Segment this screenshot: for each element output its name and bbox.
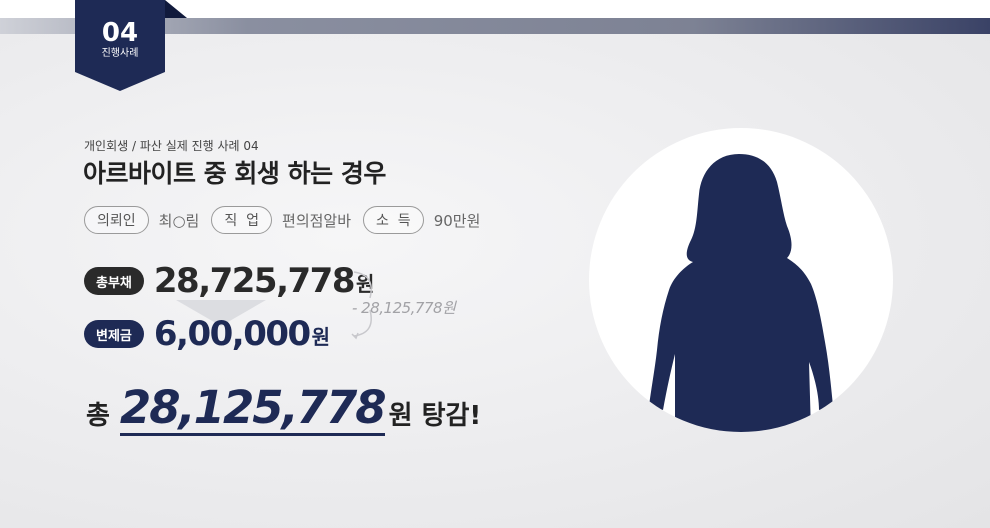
client-value: 최○림 — [158, 211, 200, 230]
badge-tip — [75, 72, 165, 91]
income-value: 90만원 — [433, 211, 481, 230]
badge-fold — [165, 0, 187, 18]
debt-label: 총부채 — [84, 267, 144, 295]
job-label: 직 업 — [211, 206, 273, 234]
info-row: 의뢰인 최○림 직 업 편의점알바 소 득 90만원 — [84, 205, 492, 235]
difference-note: - 28,125,778원 — [352, 299, 456, 317]
case-title: 아르바이트 중 회생 하는 경우 — [83, 159, 386, 188]
income-label: 소 득 — [363, 206, 424, 234]
repay-unit: 원 — [311, 325, 331, 349]
total-suffix: 원 탕감! — [388, 401, 482, 431]
repay-row: 변제금 6,00,000 원 — [84, 314, 330, 354]
badge-number: 04 — [101, 17, 139, 48]
total-reduction: 총 28,125,778 원 탕감! — [86, 385, 481, 436]
case-card: 04 진행사례 개인회생 / 파산 실제 진행 사례 04 아르바이트 중 회생… — [0, 0, 990, 528]
total-prefix: 총 — [86, 401, 110, 431]
person-silhouette-icon — [649, 154, 833, 432]
job-value: 편의점알바 — [282, 211, 352, 230]
case-subtitle: 개인회생 / 파산 실제 진행 사례 04 — [84, 139, 259, 153]
debt-row: 총부채 28,725,778 원 — [84, 261, 374, 301]
badge-label: 진행사례 — [101, 47, 139, 59]
debt-value: 28,725,778 — [153, 261, 356, 301]
repay-label: 변제금 — [84, 320, 144, 348]
repay-value: 6,00,000 — [153, 314, 311, 354]
avatar — [589, 128, 893, 432]
total-value: 28,125,778 — [119, 381, 387, 436]
client-label: 의뢰인 — [84, 206, 149, 234]
case-badge: 04 진행사례 — [75, 0, 165, 72]
